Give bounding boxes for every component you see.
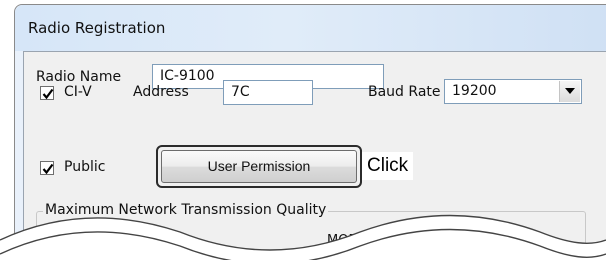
wavy-break-cut [0, 214, 606, 260]
screenshot-canvas: Radio Registration Radio Name IC-9100 CI… [0, 0, 606, 260]
